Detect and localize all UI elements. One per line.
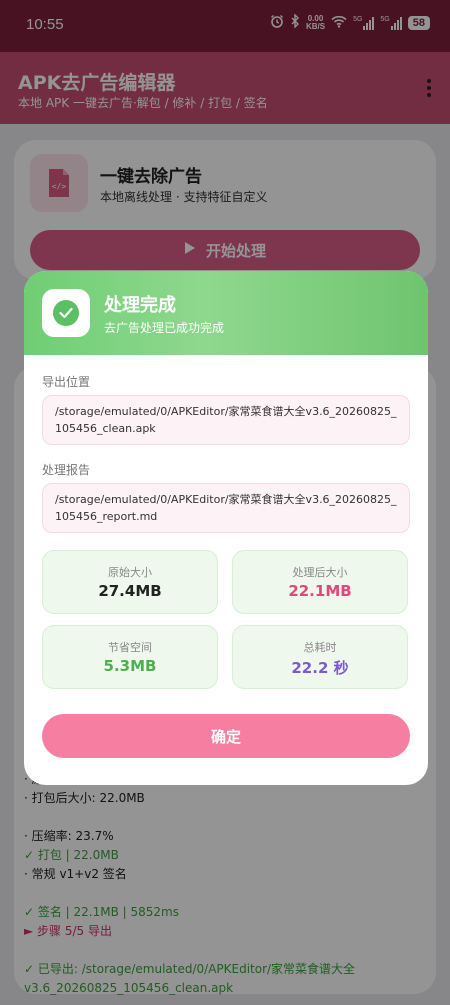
stat-original-label: 原始大小: [108, 566, 152, 579]
report-path-field[interactable]: /storage/emulated/0/APKEditor/家常菜食谱大全v3.…: [42, 483, 410, 533]
stat-original-value: 27.4MB: [98, 582, 162, 600]
export-path-field[interactable]: /storage/emulated/0/APKEditor/家常菜食谱大全v3.…: [42, 395, 410, 445]
check-circle-icon: [42, 289, 90, 337]
stat-processed-value: 22.1MB: [288, 582, 352, 600]
report-label: 处理报告: [42, 463, 91, 477]
export-location-label: 导出位置: [42, 375, 91, 389]
stat-time-label: 总耗时: [303, 641, 337, 654]
stat-saved-label: 节省空间: [108, 641, 152, 654]
stat-saved-space: 节省空间 5.3MB: [42, 625, 218, 689]
stat-processed-size: 处理后大小 22.1MB: [232, 550, 408, 614]
dialog-title: 处理完成: [104, 295, 176, 316]
stat-time-value: 22.2 秒: [291, 659, 349, 677]
dialog-header: 处理完成 去广告处理已成功完成: [24, 271, 428, 355]
dialog-subtitle: 去广告处理已成功完成: [104, 321, 225, 335]
confirm-button[interactable]: 确定: [42, 714, 410, 758]
stat-total-time: 总耗时 22.2 秒: [232, 625, 408, 689]
stat-saved-value: 5.3MB: [103, 657, 157, 675]
stat-original-size: 原始大小 27.4MB: [42, 550, 218, 614]
stat-processed-label: 处理后大小: [292, 566, 348, 579]
completion-dialog: 处理完成 去广告处理已成功完成 导出位置 /storage/emulated/0…: [24, 271, 428, 785]
